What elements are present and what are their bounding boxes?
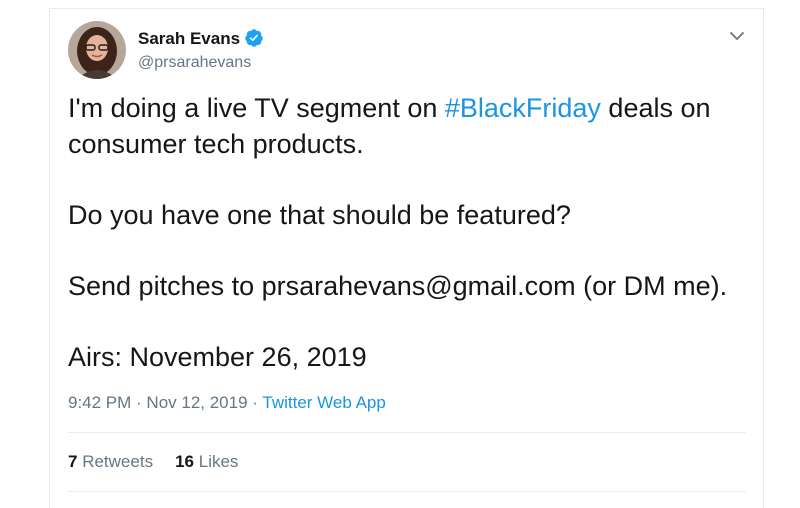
hashtag-link[interactable]: #BlackFriday: [445, 93, 601, 123]
meta-separator: ·: [247, 393, 263, 412]
meta-separator: ·: [131, 393, 147, 412]
avatar-image: [68, 21, 126, 79]
tweet-source-link[interactable]: Twitter Web App: [262, 393, 385, 412]
likes-label: Likes: [198, 452, 239, 471]
author-names: Sarah Evans @prsarahevans: [138, 28, 264, 73]
tweet-paragraph-3: Send pitches to prsarahevans@gmail.com (…: [68, 271, 728, 301]
divider: [68, 432, 746, 433]
tweet-paragraph-1: I'm doing a live TV segment on #BlackFri…: [68, 90, 758, 162]
tweet-date[interactable]: Nov 12, 2019: [146, 393, 247, 412]
retweets-count: 7: [68, 452, 78, 471]
tweet-text: I'm doing a live TV segment on #BlackFri…: [68, 90, 758, 375]
author-name[interactable]: Sarah Evans: [138, 28, 240, 49]
author-handle[interactable]: @prsarahevans: [138, 52, 264, 73]
divider: [68, 491, 746, 492]
tweet-paragraph-2: Do you have one that should be featured?: [68, 200, 571, 230]
tweet-meta: 9:42 PM · Nov 12, 2019 · Twitter Web App: [68, 392, 386, 414]
avatar[interactable]: [68, 21, 126, 79]
retweets-stat[interactable]: 7 Retweets: [68, 452, 153, 471]
tweet-paragraph-4: Airs: November 26, 2019: [68, 342, 367, 372]
verified-badge-icon: [244, 28, 264, 48]
retweets-label: Retweets: [82, 452, 154, 471]
tweet-stats: 7 Retweets 16 Likes: [68, 451, 238, 473]
author-name-row[interactable]: Sarah Evans: [138, 28, 264, 49]
tweet-text-part: I'm doing a live TV segment on: [68, 93, 445, 123]
tweet-header: Sarah Evans @prsarahevans: [68, 20, 264, 80]
likes-stat[interactable]: 16 Likes: [175, 452, 238, 471]
chevron-down-icon[interactable]: [728, 27, 746, 45]
tweet-time[interactable]: 9:42 PM: [68, 393, 131, 412]
likes-count: 16: [175, 452, 194, 471]
